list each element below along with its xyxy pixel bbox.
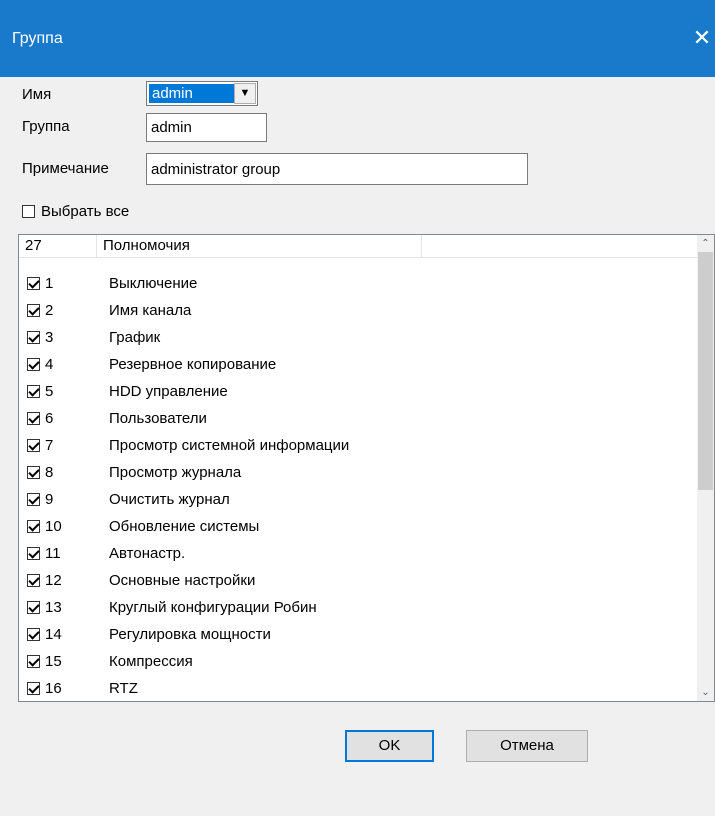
row-checkbox-icon[interactable] [27,628,40,641]
name-combobox-value: admin [149,84,234,103]
row-permission-name: Выключение [109,275,198,292]
list-item[interactable]: 5 HDD управление [19,380,697,407]
row-permission-name: HDD управление [109,383,228,400]
close-icon[interactable]: ✕ [689,20,715,56]
row-number: 6 [45,410,54,427]
row-number: 15 [45,653,62,670]
row-number: 16 [45,680,62,697]
row-checkbox-icon[interactable] [27,655,40,668]
row-number: 3 [45,329,54,346]
list-item[interactable]: 13 Круглый конфигурации Робин [19,596,697,623]
row-checkbox-icon[interactable] [27,493,40,506]
row-number: 13 [45,599,62,616]
row-number: 10 [45,518,62,535]
row-permission-name: Имя канала [109,302,192,319]
title-bar: Группа ✕ [0,0,715,77]
row-checkbox-icon[interactable] [27,466,40,479]
row-permission-name: Очистить журнал [109,491,230,508]
row-permission-name: Резервное копирование [109,356,277,373]
row-permission-name: Основные настройки [109,572,256,589]
row-checkbox-icon[interactable] [27,439,40,452]
list-item[interactable]: 9 Очистить журнал [19,488,697,515]
row-permission-name: Пользователи [109,410,207,427]
row-checkbox-icon[interactable] [27,331,40,344]
row-number: 2 [45,302,54,319]
row-permission-name: Просмотр системной информации [109,437,350,454]
note-label: Примечание [22,160,109,177]
cancel-button[interactable]: Отмена [466,730,588,762]
row-number: 12 [45,572,62,589]
row-permission-name: RTZ [109,680,138,697]
list-item[interactable]: 2 Имя канала [19,299,697,326]
row-number: 8 [45,464,54,481]
row-checkbox-icon[interactable] [27,412,40,425]
list-item[interactable]: 8 Просмотр журнала [19,461,697,488]
row-number: 9 [45,491,54,508]
row-number: 5 [45,383,54,400]
select-all-check-icon[interactable] [22,205,35,218]
name-combobox[interactable]: admin ▼ [146,81,258,106]
row-checkbox-icon[interactable] [27,385,40,398]
header-permissions[interactable]: Полномочия [97,235,422,257]
row-checkbox-icon[interactable] [27,520,40,533]
list-item[interactable]: 3 График [19,326,697,353]
row-number: 14 [45,626,62,643]
group-input[interactable] [146,113,267,142]
row-permission-name: Автонастр. [109,545,186,562]
list-item[interactable]: 12 Основные настройки [19,569,697,596]
note-input[interactable] [146,153,528,185]
row-checkbox-icon[interactable] [27,304,40,317]
row-number: 11 [45,545,61,562]
row-checkbox-icon[interactable] [27,547,40,560]
list-item[interactable]: 7 Просмотр системной информации [19,434,697,461]
select-all-label: Выбрать все [41,203,130,220]
list-header: 27 Полномочия [19,235,697,258]
list-item[interactable]: 11 Автонастр. [19,542,697,569]
row-checkbox-icon[interactable] [27,574,40,587]
row-checkbox-icon[interactable] [27,682,40,695]
chevron-down-icon[interactable]: ▼ [234,83,256,104]
header-count[interactable]: 27 [19,235,97,257]
list-item[interactable]: 14 Регулировка мощности [19,623,697,650]
ok-button[interactable]: OK [345,730,434,762]
list-rows: 1 Выключение 2 Имя канала 3 График 4 Резервное … [19,272,697,701]
row-number: 1 [45,275,54,292]
scroll-down-icon[interactable]: ⌄ [697,684,714,701]
row-permission-name: Обновление системы [109,518,260,535]
name-label: Имя [22,86,52,103]
list-item[interactable]: 4 Резервное копирование [19,353,697,380]
row-permission-name: Круглый конфигурации Робин [109,599,317,616]
row-permission-name: Компрессия [109,653,193,670]
scrollbar-thumb[interactable] [698,252,713,490]
list-item[interactable]: 6 Пользователи [19,407,697,434]
vertical-scrollbar[interactable]: ⌃ ⌄ [697,235,714,701]
row-number: 4 [45,356,54,373]
permissions-list[interactable]: 27 Полномочия 1 Выключение 2 Имя канала 3 Гра… [18,234,715,702]
row-number: 7 [45,437,54,454]
row-checkbox-icon[interactable] [27,601,40,614]
row-permission-name: Регулировка мощности [109,626,271,643]
window-title: Группа [12,30,63,47]
row-checkbox-icon[interactable] [27,277,40,290]
row-permission-name: График [109,329,161,346]
list-item[interactable]: 16 RTZ [19,677,697,701]
list-item[interactable]: 1 Выключение [19,272,697,299]
row-permission-name: Просмотр журнала [109,464,242,481]
header-extra[interactable] [422,235,697,257]
list-item[interactable]: 10 Обновление системы [19,515,697,542]
group-label: Группа [22,118,70,135]
row-checkbox-icon[interactable] [27,358,40,371]
scroll-up-icon[interactable]: ⌃ [697,235,714,252]
list-item[interactable]: 15 Компрессия [19,650,697,677]
